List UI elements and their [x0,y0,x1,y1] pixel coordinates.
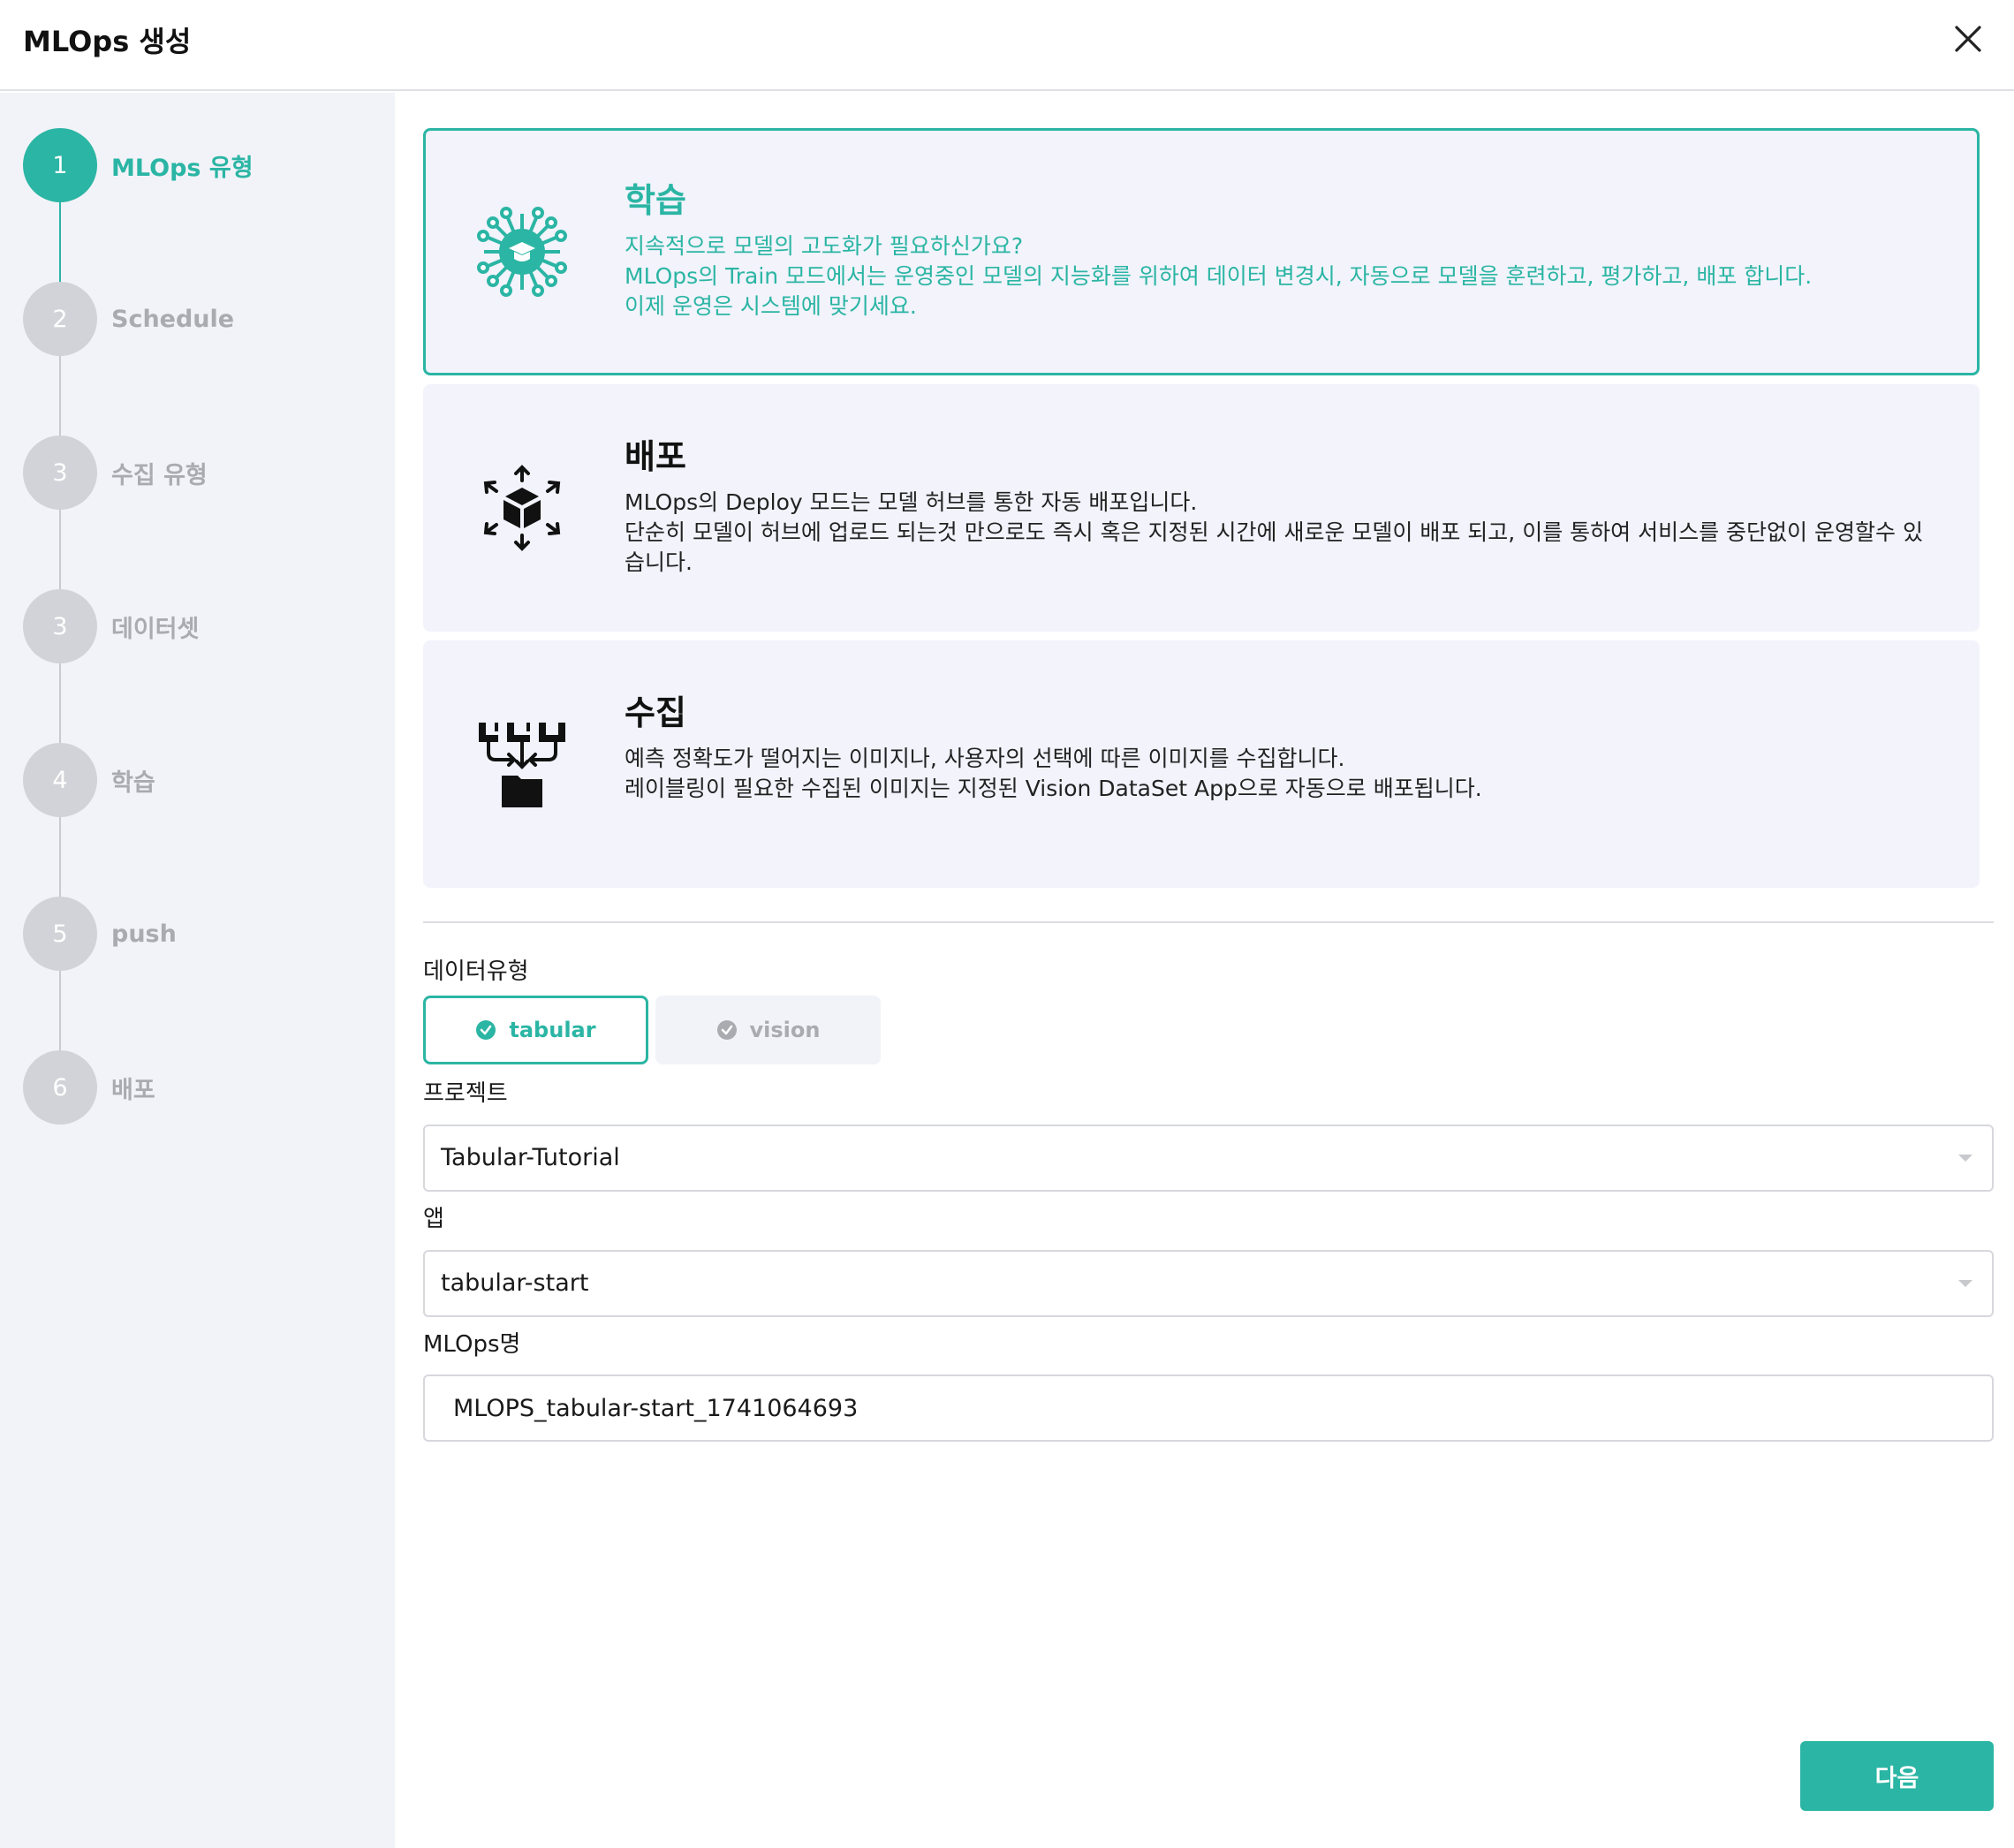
step-label: MLOps 유형 [111,154,254,182]
card-desc-line: 단순히 모델이 허브에 업로드 되는것 만으로도 즉시 혹은 지정된 시간에 새… [625,519,1923,575]
check-circle-icon [476,1020,496,1040]
mlops-type-card-deploy[interactable]: 배포 MLOps의 Deploy 모드는 모델 허브를 통한 자동 배포입니다.… [423,384,1980,632]
step-connector [59,354,61,439]
app-select[interactable]: tabular-start [423,1250,1994,1317]
card-desc-line: 지속적으로 모델의 고도화가 필요하신가요? [625,233,1024,259]
card-desc-line: 예측 정확도가 떨어지는 이미지나, 사용자의 선택에 따른 이미지를 수집합니… [625,746,1345,771]
collect-folder-icon [479,723,565,807]
step-label: 수집 유형 [111,461,208,489]
step-connector [59,662,61,746]
graduation-network-icon [477,207,567,297]
mlops-name-input[interactable] [423,1375,1994,1442]
step-collection-type[interactable]: 3 수집 유형 [23,435,208,510]
data-type-tabular-toggle[interactable]: tabular [423,996,648,1064]
step-number: 2 [23,282,97,356]
step-number: 1 [23,128,97,202]
step-connector [59,969,61,1054]
card-desc-line: 레이블링이 필요한 수집된 이미지는 지정된 Vision DataSet Ap… [625,776,1482,801]
step-label: push [111,920,177,948]
data-type-vision-toggle[interactable]: vision [655,996,881,1064]
mlops-type-card-train[interactable]: 학습 지속적으로 모델의 고도화가 필요하신가요? MLOps의 Train 모… [423,128,1980,375]
step-number: 3 [23,435,97,510]
step-connector [59,815,61,900]
chevron-down-icon [1958,1155,1972,1162]
app-label: 앱 [423,1206,444,1232]
card-title: 학습 [625,181,686,220]
step-label: Schedule [111,305,235,333]
step-deploy[interactable]: 6 배포 [23,1050,155,1125]
section-divider [423,921,1994,923]
step-number: 4 [23,743,97,817]
app-select-value: tabular-start [441,1269,589,1297]
toggle-label: vision [749,1018,821,1042]
dialog-title: MLOps 생성 [23,25,192,58]
card-description: 지속적으로 모델의 고도화가 필요하신가요? MLOps의 Train 모드에서… [625,231,1942,322]
project-select[interactable]: Tabular-Tutorial [423,1125,1994,1192]
toggle-label: tabular [509,1018,596,1042]
step-label: 데이터셋 [111,615,200,643]
card-title: 배포 [625,437,686,476]
main-panel: 학습 지속적으로 모델의 고도화가 필요하신가요? MLOps의 Train 모… [395,93,2014,1848]
project-select-value: Tabular-Tutorial [441,1144,620,1171]
close-icon[interactable] [1949,19,1988,58]
check-circle-icon [716,1020,737,1040]
step-number: 5 [23,897,97,971]
mlops-type-card-collect[interactable]: 수집 예측 정확도가 떨어지는 이미지나, 사용자의 선택에 따른 이미지를 수… [423,640,1980,888]
data-type-label: 데이터유형 [423,958,529,985]
chevron-down-icon [1958,1280,1972,1287]
step-training[interactable]: 4 학습 [23,743,155,817]
step-number: 6 [23,1050,97,1125]
step-push[interactable]: 5 push [23,897,177,971]
next-button[interactable]: 다음 [1800,1741,1994,1811]
card-desc-line: MLOps의 Deploy 모드는 모델 허브를 통한 자동 배포입니다. [625,489,1198,515]
step-label: 학습 [111,769,155,797]
card-description: 예측 정확도가 떨어지는 이미지나, 사용자의 선택에 따른 이미지를 수집합니… [625,744,1942,804]
box-distribute-icon [483,465,561,551]
stepper-sidebar: 1 MLOps 유형 2 Schedule 3 수집 유형 3 데이터셋 4 학… [0,93,395,1848]
step-number: 3 [23,589,97,663]
card-desc-line: 이제 운영은 시스템에 맞기세요. [625,293,917,319]
step-dataset[interactable]: 3 데이터셋 [23,589,199,663]
step-label: 배포 [111,1076,155,1104]
card-description: MLOps의 Deploy 모드는 모델 허브를 통한 자동 배포입니다. 단순… [625,488,1942,578]
project-label: 프로젝트 [423,1080,508,1107]
step-mlops-type[interactable]: 1 MLOps 유형 [23,128,254,202]
dialog-header: MLOps 생성 [0,0,2014,91]
card-desc-line: MLOps의 Train 모드에서는 운영중인 모델의 지능화를 위하여 데이터… [625,263,1813,289]
step-connector [59,201,61,285]
step-connector [59,508,61,593]
mlops-name-label: MLOps명 [423,1331,521,1358]
card-title: 수집 [625,693,686,732]
step-schedule[interactable]: 2 Schedule [23,282,234,356]
